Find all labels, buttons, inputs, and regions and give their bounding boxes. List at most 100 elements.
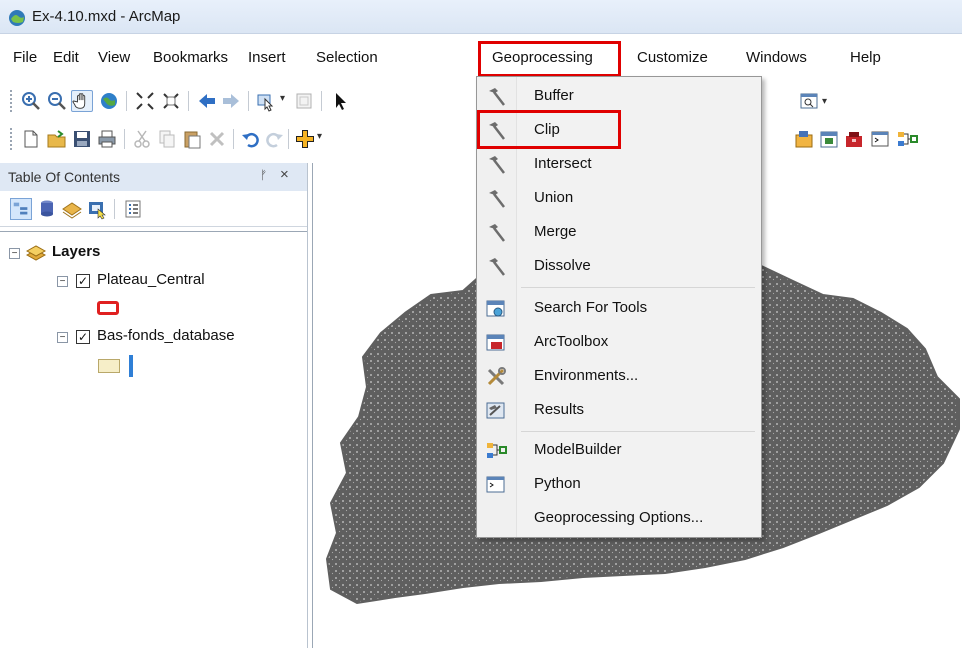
menu-item-merge[interactable]: Merge (479, 215, 759, 249)
collapse-layer-toggle[interactable]: − (57, 332, 68, 343)
menu-item-search-for-tools[interactable]: Search For Tools (479, 291, 759, 325)
hollow-red-polygon-symbol[interactable] (97, 301, 119, 315)
layer-name-bas-fonds-database[interactable]: Bas-fonds_database (97, 327, 235, 344)
fixed-zoom-out-icon[interactable] (160, 90, 182, 112)
redo-icon[interactable] (263, 128, 285, 150)
select-features-icon[interactable] (255, 90, 277, 112)
options-icon[interactable] (122, 198, 144, 220)
zoom-in-icon[interactable] (20, 90, 42, 112)
menu-help[interactable]: Help (850, 49, 881, 66)
list-by-selection-icon[interactable] (86, 198, 108, 220)
add-data-dropdown-arrow-icon[interactable]: ▾ (317, 131, 322, 142)
modelbuilder-icon[interactable] (896, 128, 918, 150)
auto-hide-pin-icon[interactable]: ᚠ (260, 168, 267, 182)
window-title: Ex-4.10.mxd - ArcMap (32, 8, 181, 25)
open-folder-icon[interactable] (46, 128, 68, 150)
toolbar-grip[interactable] (10, 128, 12, 150)
collapse-layer-toggle[interactable]: − (57, 276, 68, 287)
menu-customize[interactable]: Customize (637, 49, 708, 66)
layers-root-label[interactable]: Layers (52, 243, 100, 260)
menu-item-label: Buffer (534, 87, 574, 104)
menu-item-geoprocessing-options[interactable]: Geoprocessing Options... (479, 501, 759, 535)
go-back-arrow-icon[interactable] (196, 90, 218, 112)
layer-visibility-checkbox[interactable]: ✓ (76, 330, 90, 344)
delete-x-icon[interactable] (206, 128, 228, 150)
toolbar-separator (124, 129, 125, 149)
clear-selection-icon[interactable] (293, 90, 315, 112)
menu-item-results[interactable]: Results (479, 393, 759, 427)
menu-item-intersect[interactable]: Intersect (479, 147, 759, 181)
arctoolbox-icon[interactable] (843, 128, 865, 150)
menu-item-label: Dissolve (534, 257, 591, 274)
menu-file[interactable]: File (13, 49, 37, 66)
hammer-icon (489, 224, 505, 242)
select-dropdown-arrow-icon[interactable]: ▾ (280, 93, 285, 104)
print-icon[interactable] (96, 128, 118, 150)
layer-visibility-checkbox[interactable]: ✓ (76, 274, 90, 288)
add-data-icon[interactable] (294, 128, 316, 150)
modelbuilder-icon (487, 443, 507, 458)
list-by-visibility-icon[interactable] (61, 198, 83, 220)
toolbar-separator (188, 91, 189, 111)
list-by-drawing-order-icon[interactable] (10, 198, 32, 220)
menu-windows[interactable]: Windows (746, 49, 807, 66)
results-icon (486, 402, 505, 419)
toolbar-separator (288, 129, 289, 149)
menu-insert[interactable]: Insert (248, 49, 286, 66)
go-forward-arrow-icon[interactable] (220, 90, 242, 112)
toolbar-grip[interactable] (10, 90, 12, 112)
toc-layer-tree: − Layers − ✓ Plateau_Central − ✓ Bas-fon… (0, 231, 307, 648)
menu-item-environments[interactable]: Environments... (479, 359, 759, 393)
hammer-icon (489, 156, 505, 174)
menu-item-modelbuilder[interactable]: ModelBuilder (479, 433, 759, 467)
menu-item-union[interactable]: Union (479, 181, 759, 215)
geoprocessing-highlight-box (478, 41, 621, 77)
layer-name-plateau-central[interactable]: Plateau_Central (97, 271, 205, 288)
python-window-icon (486, 476, 505, 493)
magnifier-window-icon[interactable] (798, 90, 820, 112)
menu-item-python[interactable]: Python (479, 467, 759, 501)
close-icon[interactable]: × (280, 166, 289, 183)
save-disk-icon[interactable] (71, 128, 93, 150)
toolbar-separator (233, 129, 234, 149)
toolbar-separator (321, 91, 322, 111)
layers-stack-icon (25, 245, 47, 261)
list-by-source-icon[interactable] (36, 198, 58, 220)
menu-item-label: Environments... (534, 367, 639, 384)
undo-icon[interactable] (240, 128, 262, 150)
menu-item-label: Union (534, 189, 574, 206)
toolbar-separator (126, 91, 127, 111)
toc-header: Table Of Contents ᚠ × (0, 163, 307, 191)
menu-item-label: ArcToolbox (534, 333, 609, 350)
toolbar-separator (248, 91, 249, 111)
menu-edit[interactable]: Edit (53, 49, 79, 66)
new-document-icon[interactable] (20, 128, 42, 150)
catalog-window-icon[interactable] (818, 128, 840, 150)
tan-polygon-symbol[interactable] (98, 359, 120, 373)
fixed-zoom-in-icon[interactable] (134, 90, 156, 112)
menu-item-label: Merge (534, 223, 577, 240)
menu-item-dissolve[interactable]: Dissolve (479, 249, 759, 283)
toolbox-icon (486, 334, 505, 351)
menu-selection[interactable]: Selection (316, 49, 378, 66)
menu-bookmarks[interactable]: Bookmarks (153, 49, 228, 66)
cut-scissors-icon[interactable] (131, 128, 153, 150)
menu-view[interactable]: View (98, 49, 130, 66)
copy-icon[interactable] (156, 128, 178, 150)
collapse-layers-toggle[interactable]: − (9, 248, 20, 259)
title-bar: Ex-4.10.mxd - ArcMap (0, 0, 962, 34)
menu-item-arctoolbox[interactable]: ArcToolbox (479, 325, 759, 359)
python-window-icon[interactable] (869, 128, 891, 150)
toolbox-window-icon[interactable] (793, 128, 815, 150)
pan-hand-icon[interactable] (71, 90, 93, 112)
zoom-out-icon[interactable] (46, 90, 68, 112)
select-elements-arrow-icon[interactable] (330, 90, 352, 112)
toolbar-overflow-icon[interactable]: ▾ (822, 96, 827, 107)
menu-item-label: Geoprocessing Options... (534, 509, 704, 526)
paste-clipboard-icon[interactable] (181, 128, 203, 150)
toc-toolbar (0, 191, 307, 227)
full-extent-globe-icon[interactable] (98, 90, 120, 112)
menu-item-label: Intersect (534, 155, 592, 172)
arcmap-app-icon (9, 10, 25, 26)
menu-item-buffer[interactable]: Buffer (479, 79, 759, 113)
